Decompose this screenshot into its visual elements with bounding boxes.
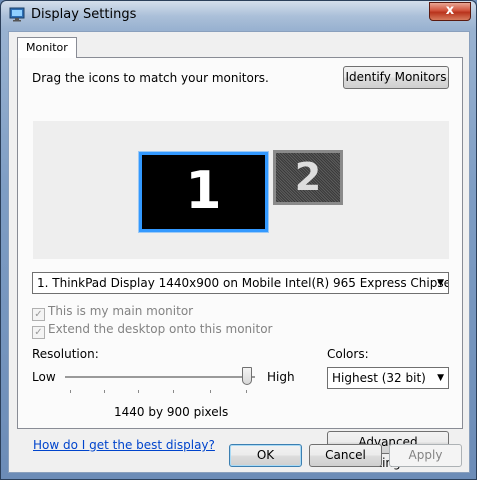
extend-desktop-label: Extend the desktop onto this monitor [48,322,273,336]
identify-monitors-button[interactable]: Identify Monitors [343,66,449,89]
chevron-down-icon: ▼ [437,373,444,383]
monitor-1-icon[interactable]: 1 [138,151,269,233]
slider-tick [104,390,105,393]
apply-button[interactable]: Apply [389,444,462,467]
main-monitor-checkbox[interactable]: ✓ [32,308,45,321]
resolution-slider-track[interactable] [65,376,255,378]
close-icon: x [445,3,455,18]
resolution-value-text: 1440 by 900 pixels [114,405,229,419]
title-bar[interactable]: Display Settings x [1,1,476,29]
main-monitor-checkbox-row: ✓ This is my main monitor [32,304,193,321]
slider-tick [246,390,247,393]
monitor-arrangement-area: 1 2 [33,121,449,259]
main-monitor-label: This is my main monitor [48,304,194,318]
monitor-2-number: 2 [294,155,322,199]
tab-monitor[interactable]: Monitor [17,37,77,58]
colors-label: Colors: [327,347,369,361]
display-settings-window: Display Settings x Monitor Drag the icon… [0,0,477,480]
instruction-text: Drag the icons to match your monitors. [32,71,269,85]
slider-tick [138,390,139,393]
display-select-value: 1. ThinkPad Display 1440x900 on Mobile I… [37,276,448,290]
cancel-button[interactable]: Cancel [309,444,382,467]
resolution-low-label: Low [32,370,56,384]
monitor-tab-panel: Drag the icons to match your monitors. I… [17,57,463,470]
colors-select[interactable]: Highest (32 bit) ▼ [327,367,449,389]
resolution-high-label: High [267,370,295,384]
close-button[interactable]: x [429,2,471,21]
extend-desktop-checkbox[interactable]: ✓ [32,326,45,339]
ok-button[interactable]: OK [229,444,302,467]
dialog-client-area: Monitor Drag the icons to match your mon… [8,31,470,473]
slider-tick [210,390,211,393]
display-select[interactable]: 1. ThinkPad Display 1440x900 on Mobile I… [32,272,449,294]
slider-tick [173,390,174,393]
help-link[interactable]: How do I get the best display? [33,438,215,452]
colors-select-value: Highest (32 bit) [332,371,426,385]
extend-desktop-checkbox-row: ✓ Extend the desktop onto this monitor [32,322,272,339]
resolution-label: Resolution: [32,347,99,361]
monitor-1-number: 1 [185,161,222,221]
slider-tick [70,390,71,393]
monitor-2-icon[interactable]: 2 [273,150,343,205]
window-title: Display Settings [31,7,137,22]
chevron-down-icon: ▼ [437,278,444,288]
resolution-slider-thumb[interactable] [242,367,252,385]
display-settings-icon [9,7,25,22]
